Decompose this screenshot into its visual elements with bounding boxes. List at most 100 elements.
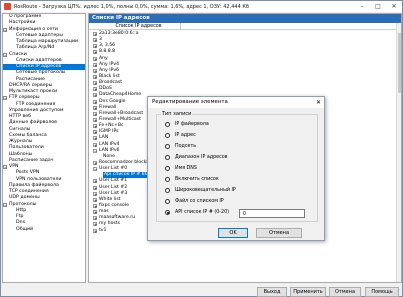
expand-icon[interactable]: +	[93, 222, 97, 227]
expand-icon[interactable]: +	[93, 62, 97, 67]
tree-item-label: Таблица Arp/Nd	[16, 45, 55, 51]
expand-icon[interactable]: +	[93, 142, 97, 147]
expand-icon[interactable]: +	[93, 50, 97, 55]
radio-label: Имя DNS	[175, 166, 197, 171]
record-type-radio[interactable]: Файл со списком IP	[165, 198, 224, 205]
app-window: RosRoute - Загрузка ЦП%: идлес 1,0%, пол…	[0, 0, 403, 297]
help-button[interactable]: Помощь	[365, 287, 399, 297]
cancel-button[interactable]: Отмена	[329, 287, 361, 297]
dialog-close-icon[interactable]: ✕	[316, 97, 321, 108]
dialog-ok-button[interactable]: OK	[218, 228, 248, 238]
expand-icon[interactable]: +	[93, 117, 97, 122]
expand-icon[interactable]: +	[93, 197, 97, 202]
tree-item-label: Списки	[9, 51, 27, 57]
record-type-radio[interactable]: Подсеть	[165, 143, 196, 150]
radio-button-icon[interactable]	[165, 177, 170, 182]
tree-item-label: VPN	[9, 164, 19, 169]
panel-title: Списки IP адресов	[89, 14, 401, 23]
record-type-radio[interactable]: Диапазон IP адресов	[165, 154, 228, 161]
expand-icon[interactable]: +	[93, 93, 97, 98]
tree-item-label: Расписание задач	[9, 157, 54, 163]
vertical-scrollbar[interactable]	[396, 23, 401, 282]
tree-item-label: О программе	[9, 14, 42, 19]
expand-icon[interactable]: +	[93, 68, 97, 73]
collapse-icon[interactable]: −	[3, 202, 7, 207]
expand-icon[interactable]: +	[93, 111, 97, 116]
record-type-group-title: Тип записи	[161, 111, 193, 117]
expand-icon[interactable]: +	[93, 136, 97, 141]
collapse-icon[interactable]: −	[93, 167, 97, 172]
expand-icon[interactable]: +	[93, 228, 97, 233]
radio-button-icon[interactable]	[165, 199, 170, 204]
tree-item[interactable]: Общий	[3, 227, 85, 233]
expand-icon[interactable]: +	[93, 38, 97, 43]
expand-icon[interactable]: +	[93, 185, 97, 190]
exit-button[interactable]: Выход	[257, 287, 287, 297]
tree-item-label: Сетевые адаптеры	[16, 32, 63, 38]
radio-button-icon[interactable]	[165, 133, 170, 138]
tree-item-label: Настройки	[9, 20, 36, 26]
tree-item-label: Протоколы	[9, 201, 37, 207]
radio-button-icon[interactable]	[165, 122, 170, 127]
tree-item-label: HTTP веб	[9, 114, 32, 119]
expand-icon[interactable]: +	[93, 179, 97, 184]
expand-icon[interactable]: +	[93, 74, 97, 79]
collapse-icon[interactable]: −	[93, 148, 97, 153]
record-type-radio[interactable]: Включить список	[165, 176, 219, 183]
expand-icon[interactable]: +	[93, 216, 97, 221]
tree-item-label: Данные файрволов	[9, 120, 57, 126]
record-type-radio[interactable]: Имя DNS	[165, 165, 197, 172]
expand-icon[interactable]: +	[93, 203, 97, 208]
expand-icon[interactable]: +	[93, 124, 97, 129]
minimize-button[interactable]: –	[354, 1, 370, 12]
expand-icon[interactable]: +	[93, 130, 97, 135]
apply-button[interactable]: Применить	[290, 287, 326, 297]
scrollbar-thumb[interactable]	[397, 33, 401, 93]
radio-label: Диапазон IP адресов	[175, 155, 228, 160]
expand-icon[interactable]: +	[93, 56, 97, 61]
tree-item-label: Журналы	[9, 139, 33, 144]
collapse-icon[interactable]: −	[3, 27, 7, 32]
tree-item-label: Dns	[16, 220, 26, 226]
resize-grip-icon[interactable]: ⋰	[395, 289, 400, 295]
collapse-icon[interactable]: −	[3, 96, 7, 101]
expand-icon[interactable]: +	[93, 191, 97, 196]
tree-item-label: Схемы баланса	[9, 132, 47, 138]
record-type-radio[interactable]: API список IP # (0-20)	[165, 209, 229, 216]
expand-icon[interactable]: +	[93, 210, 97, 215]
dialog-title: Редактирование элемента ✕	[148, 97, 324, 108]
column-header-ip-list[interactable]: Список IP адресов	[97, 23, 181, 29]
close-button[interactable]: ✕	[386, 1, 402, 12]
maximize-button[interactable]: □	[370, 1, 386, 12]
expand-icon[interactable]: +	[93, 81, 97, 86]
expand-icon[interactable]: +	[93, 87, 97, 92]
api-list-number-input[interactable]	[239, 209, 305, 218]
radio-button-icon[interactable]	[165, 188, 170, 193]
expand-icon[interactable]: +	[93, 32, 97, 37]
tree-item-label: Таблица маршрутизации	[16, 39, 79, 44]
radio-label: Файл со списком IP	[175, 199, 224, 204]
expand-icon[interactable]: +	[93, 99, 97, 104]
expand-icon[interactable]: +	[93, 160, 97, 165]
tree-item-label: Расписание	[16, 76, 45, 82]
tree-item-label: FTP соединения	[16, 101, 56, 107]
collapse-icon[interactable]: −	[3, 165, 7, 170]
record-type-radio[interactable]: IP файервола	[165, 121, 209, 128]
collapse-icon[interactable]: −	[3, 52, 7, 57]
dialog-cancel-button[interactable]: Отмена	[256, 228, 302, 238]
tree-item-label: Шаблоны	[9, 151, 33, 157]
expand-icon[interactable]: +	[93, 44, 97, 49]
record-type-radio[interactable]: Широковещательный IP	[165, 187, 236, 194]
tree-item-label: Информация о сети	[9, 26, 58, 32]
radio-button-icon[interactable]	[165, 166, 170, 171]
record-type-radio[interactable]: IP адрес	[165, 132, 196, 139]
tree-item-label: FTP серверы	[9, 95, 40, 101]
tree-item-label: Мультикаст прокси	[9, 89, 58, 94]
radio-label: Широковещательный IP	[175, 188, 236, 193]
expand-icon[interactable]: +	[93, 105, 97, 110]
radio-button-icon[interactable]	[165, 155, 170, 160]
navigation-tree[interactable]: О программе Настройки − Информация о сети Се…	[2, 13, 86, 283]
radio-button-icon[interactable]	[165, 144, 170, 149]
radio-button-icon[interactable]	[165, 210, 170, 215]
tree-item-label: Http	[16, 207, 27, 213]
